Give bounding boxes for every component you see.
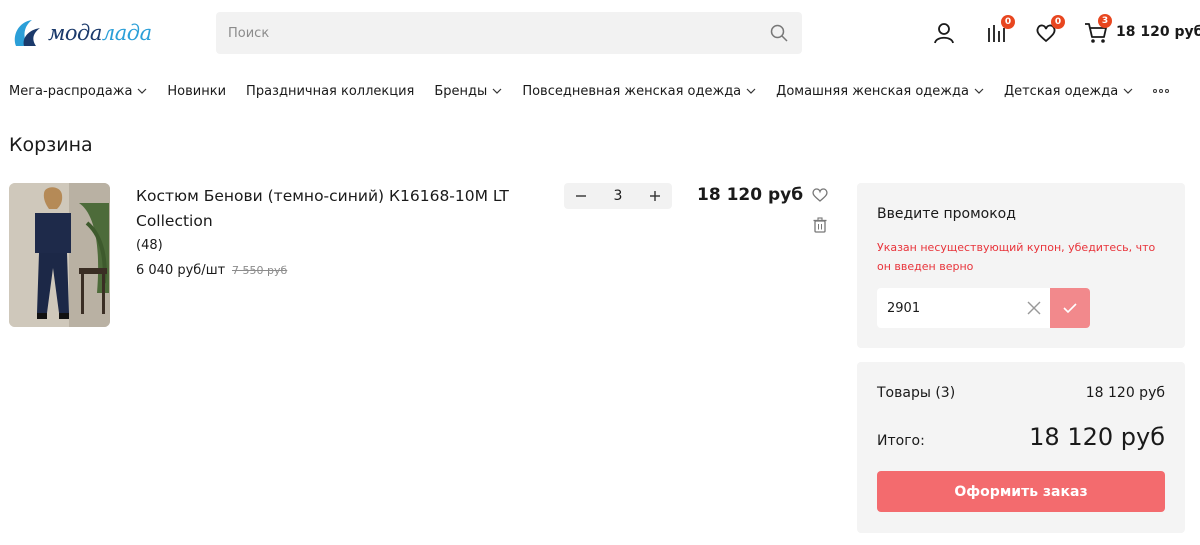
nav-item-holiday[interactable]: Праздничная коллекция [246, 84, 414, 99]
product-reviews-count[interactable]: (48) [136, 238, 163, 253]
nav-item-home[interactable]: Домашняя женская одежда [776, 84, 984, 99]
product-old-price: 7 550 руб [232, 264, 288, 277]
goods-count-label: Товары (3) [877, 385, 956, 401]
apply-promo-button[interactable] [1050, 288, 1090, 328]
compare-count-badge: 0 [1001, 15, 1015, 29]
nav-item-label: Домашняя женская одежда [776, 83, 969, 99]
cart-icon[interactable]: 3 [1083, 14, 1112, 46]
nav-item-label: Праздничная коллекция [246, 83, 415, 99]
nav-item-casual[interactable]: Повседневная женская одежда [522, 84, 756, 99]
grand-total-label: Итого: [877, 433, 925, 449]
nav-item-kids[interactable]: Детская одежда [1004, 84, 1133, 99]
chevron-down-icon [1123, 88, 1133, 94]
nav-item-new[interactable]: Новинки [167, 84, 226, 99]
line-total: 18 120 руб [697, 185, 804, 205]
nav-item-label: Бренды [434, 83, 488, 99]
search-input[interactable] [228, 25, 768, 41]
add-to-favorites-icon[interactable] [811, 186, 829, 204]
logo-wordmark: модалада [48, 21, 152, 45]
site-logo[interactable]: модалада [10, 10, 160, 56]
goods-total-value: 18 120 руб [1085, 385, 1165, 401]
more-icon[interactable] [1153, 89, 1170, 93]
nav-item-mega-sale[interactable]: Мега-распродажа [9, 84, 147, 99]
cart-count-badge: 3 [1098, 14, 1112, 28]
logo-prefix: мода [48, 21, 102, 45]
nav-item-brands[interactable]: Бренды [434, 84, 502, 99]
grand-total-value: 18 120 руб [1029, 423, 1165, 451]
chevron-down-icon [137, 88, 147, 94]
chevron-down-icon [492, 88, 502, 94]
page-title: Корзина [9, 134, 93, 156]
nav-item-label: Новинки [167, 83, 227, 99]
heart-icon[interactable]: 0 [1033, 15, 1065, 46]
promo-panel: Введите промокод Указан несуществующий к… [857, 183, 1185, 348]
favorites-count-badge: 0 [1051, 15, 1065, 29]
product-name[interactable]: Костюм Бенови (темно-синий) К16168-10М L… [136, 184, 536, 234]
quantity-value[interactable]: 3 [614, 188, 623, 204]
trash-icon[interactable] [811, 216, 829, 234]
chevron-down-icon [974, 88, 984, 94]
logo-suffix: лада [101, 21, 152, 45]
nav-item-label: Детская одежда [1003, 83, 1119, 99]
user-icon[interactable] [931, 20, 957, 46]
nav-item-label: Повседневная женская одежда [522, 83, 742, 99]
quantity-stepper: 3 [564, 183, 672, 209]
logo-mark-icon [14, 20, 40, 46]
clear-promo-icon[interactable] [1025, 299, 1043, 317]
chevron-down-icon [746, 88, 756, 94]
compare-icon[interactable]: 0 [983, 15, 1015, 46]
order-summary-panel: Товары (3) 18 120 руб Итого: 18 120 руб … [857, 362, 1185, 533]
main-nav: Мега-распродажа Новинки Праздничная колл… [9, 82, 1189, 100]
promo-title: Введите промокод [877, 206, 1016, 222]
search-icon[interactable] [768, 22, 790, 44]
decrease-quantity-button[interactable] [572, 187, 590, 205]
check-icon [1063, 303, 1077, 314]
product-image[interactable] [9, 183, 110, 327]
increase-quantity-button[interactable] [646, 187, 664, 205]
product-unit-price: 6 040 руб/шт [136, 263, 226, 278]
checkout-button[interactable]: Оформить заказ [877, 471, 1165, 512]
search-bar [216, 12, 802, 54]
promo-error-message: Указан несуществующий купон, убедитесь, … [877, 241, 1156, 273]
nav-item-label: Мега-распродажа [9, 83, 133, 99]
header-cart-total[interactable]: 18 120 руб [1116, 24, 1200, 40]
